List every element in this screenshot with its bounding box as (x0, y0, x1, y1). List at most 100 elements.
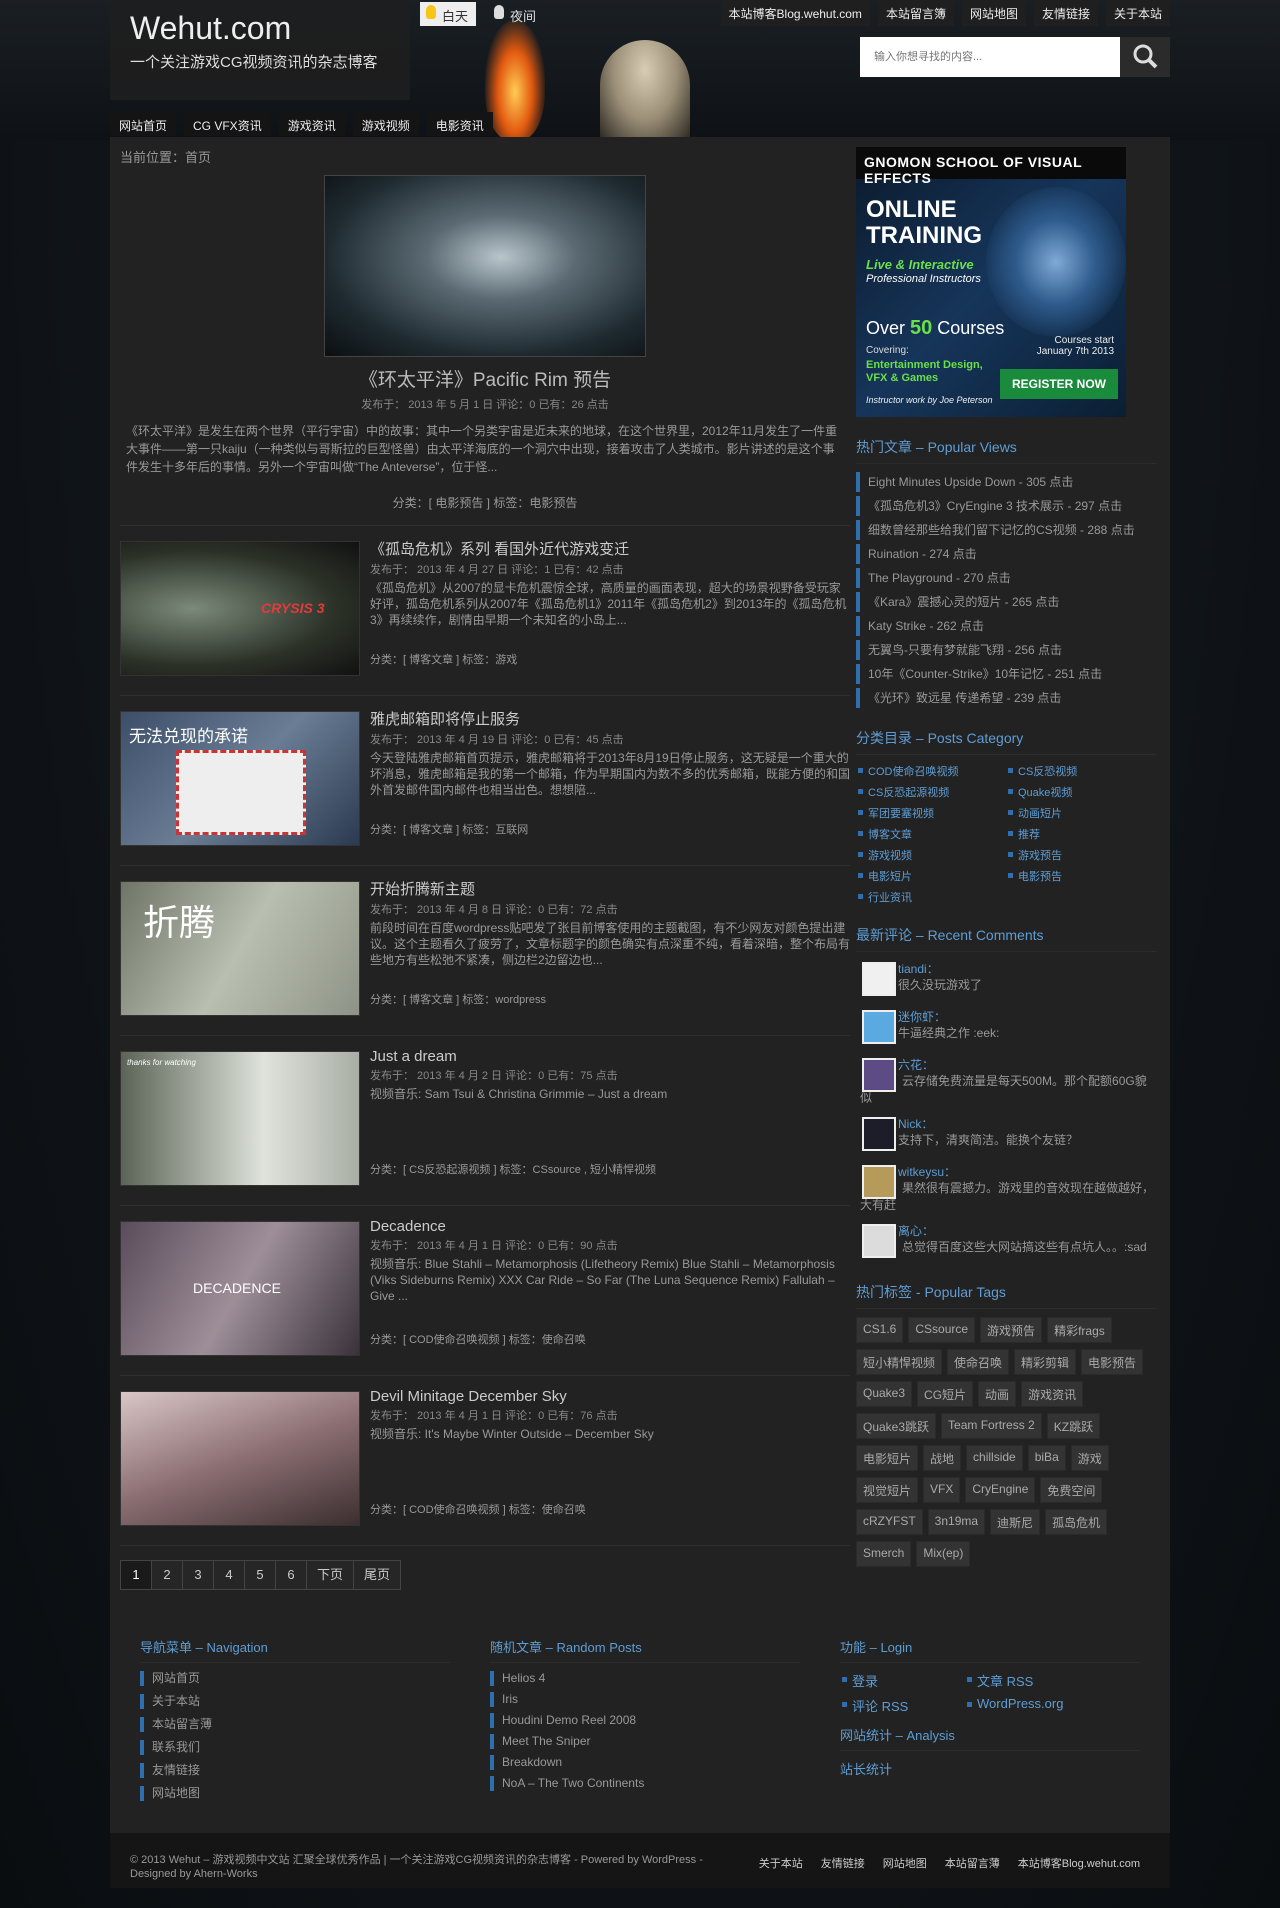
post-thumbnail[interactable]: DECADENCE (120, 1221, 360, 1356)
post-title[interactable]: Decadence (370, 1218, 850, 1235)
category-link[interactable]: CS反恐视频 (1006, 763, 1146, 779)
tag-link[interactable]: 游戏 (1070, 1445, 1109, 1471)
footer-link-guestbook[interactable]: 本站留言薄 (945, 1855, 1000, 1871)
featured-thumbnail[interactable] (324, 175, 646, 357)
category-link[interactable]: 电影短片 (856, 868, 1006, 884)
post-category[interactable]: 分类：[ 博客文章 ] 标签：wordpress (370, 991, 546, 1007)
footer-link-sitemap[interactable]: 网站地图 (883, 1855, 927, 1871)
comment-item[interactable]: 迷你虾： 牛逼经典之作 :eek: (856, 1008, 1156, 1048)
category-link[interactable]: CS反恐起源视频 (856, 784, 1006, 800)
footer-link-friends[interactable]: 友情链接 (821, 1855, 865, 1871)
nav-game-videos[interactable]: 游戏视频 (352, 112, 419, 136)
logo-box[interactable]: Wehut.com 一个关注游戏CG视频资讯的杂志博客 (110, 0, 410, 100)
tag-link[interactable]: 电影短片 (856, 1445, 919, 1471)
category-link[interactable]: 推荐 (1006, 826, 1146, 842)
tag-link[interactable]: chillside (966, 1445, 1023, 1471)
category-link[interactable]: COD使命召唤视频 (856, 763, 1006, 779)
popular-post[interactable]: 10年《Counter-Strike》10年记忆 - 251 点击 (856, 664, 1156, 684)
posts-rss-link[interactable]: 文章 RSS (965, 1671, 1115, 1690)
search-button[interactable] (1120, 37, 1170, 77)
post-title[interactable]: Just a dream (370, 1048, 850, 1065)
footer-nav-link[interactable]: 联系我们 (140, 1740, 490, 1755)
stats-link[interactable]: 站长统计 (840, 1759, 1140, 1778)
footer-nav-link[interactable]: 友情链接 (140, 1763, 490, 1778)
footer-nav-link[interactable]: 网站首页 (140, 1671, 490, 1686)
login-link[interactable]: 登录 (840, 1671, 965, 1690)
post-thumbnail[interactable]: CRYSIS 3 (120, 541, 360, 676)
popular-post[interactable]: Katy Strike - 262 点击 (856, 616, 1156, 636)
popular-post[interactable]: The Playground - 270 点击 (856, 568, 1156, 588)
featured-category[interactable]: 分类：[ 电影预告 ] 标签：电影预告 (120, 494, 850, 511)
post-category[interactable]: 分类：[ 博客文章 ] 标签：游戏 (370, 651, 517, 667)
random-post-link[interactable]: Meet The Sniper (490, 1734, 840, 1749)
tag-link[interactable]: 使命召唤 (947, 1349, 1010, 1375)
post-category[interactable]: 分类：[ 博客文章 ] 标签：互联网 (370, 821, 528, 837)
tag-link[interactable]: 游戏资讯 (1021, 1381, 1084, 1407)
ad-register-button[interactable]: REGISTER NOW (999, 369, 1118, 399)
tag-link[interactable]: Quake3 (856, 1381, 913, 1407)
top-link-friends[interactable]: 友情链接 (1033, 0, 1098, 26)
tag-link[interactable]: CG短片 (917, 1381, 974, 1407)
comments-rss-link[interactable]: 评论 RSS (840, 1696, 965, 1715)
post-title[interactable]: 开始折腾新主题 (370, 878, 850, 899)
footer-nav-link[interactable]: 关于本站 (140, 1694, 490, 1709)
comment-author[interactable]: 迷你虾： (898, 1008, 1156, 1025)
comment-author[interactable]: tiandi： (898, 960, 1156, 977)
post-category[interactable]: 分类：[ COD使命召唤视频 ] 标签：使命召唤 (370, 1331, 586, 1347)
post-thumbnail[interactable]: 折腾 (120, 881, 360, 1016)
tag-link[interactable]: CryEngine (965, 1477, 1036, 1503)
site-title[interactable]: Wehut.com (130, 10, 390, 47)
footer-link-about[interactable]: 关于本站 (759, 1855, 803, 1871)
last-page[interactable]: 尾页 (353, 1560, 402, 1590)
footer-nav-link[interactable]: 本站留言薄 (140, 1717, 490, 1732)
tag-link[interactable]: Team Fortress 2 (941, 1413, 1042, 1439)
tag-link[interactable]: Smerch (856, 1541, 912, 1567)
page-4[interactable]: 4 (213, 1560, 245, 1590)
tag-link[interactable]: 免费空间 (1040, 1477, 1103, 1503)
post-thumbnail[interactable]: 无法兑现的承诺 (120, 711, 360, 846)
popular-post[interactable]: Eight Minutes Upside Down - 305 点击 (856, 472, 1156, 492)
popular-post[interactable]: 《Kara》震撼心灵的短片 - 265 点击 (856, 592, 1156, 612)
tag-link[interactable]: 游戏预告 (980, 1317, 1043, 1343)
category-link[interactable]: 行业资讯 (856, 889, 1006, 905)
wordpress-link[interactable]: WordPress.org (965, 1696, 1115, 1715)
comment-item[interactable]: witkeysu： 果然很有震撼力。游戏里的音效现在越做越好，大有赶 (856, 1163, 1156, 1214)
top-link-sitemap[interactable]: 网站地图 (961, 0, 1026, 26)
popular-post[interactable]: 《孤岛危机3》CryEngine 3 技术展示 - 297 点击 (856, 496, 1156, 516)
top-link-blog[interactable]: 本站博客Blog.wehut.com (720, 0, 870, 26)
comment-item[interactable]: 离心： 总觉得百度这些大网站搞这些有点坑人。。:sad (856, 1222, 1156, 1262)
category-link[interactable]: 游戏视频 (856, 847, 1006, 863)
page-2[interactable]: 2 (151, 1560, 183, 1590)
post-thumbnail[interactable] (120, 1391, 360, 1526)
night-mode-toggle[interactable]: 夜间 (488, 2, 544, 26)
top-link-about[interactable]: 关于本站 (1105, 0, 1170, 26)
tag-link[interactable]: 视觉短片 (856, 1477, 919, 1503)
post-category[interactable]: 分类：[ CS反恐起源视频 ] 标签：CSsource , 短小精悍视频 (370, 1161, 656, 1177)
random-post-link[interactable]: Breakdown (490, 1755, 840, 1770)
tag-link[interactable]: 战地 (923, 1445, 962, 1471)
comment-item[interactable]: 六花： 云存储免费流量是每天500M。那个配额60G貌似 (856, 1056, 1156, 1107)
category-link[interactable]: 动画短片 (1006, 805, 1146, 821)
page-1[interactable]: 1 (120, 1560, 152, 1590)
post-category[interactable]: 分类：[ COD使命召唤视频 ] 标签：使命召唤 (370, 1501, 586, 1517)
category-link[interactable]: 游戏预告 (1006, 847, 1146, 863)
post-thumbnail[interactable]: thanks for watching (120, 1051, 360, 1186)
comment-author[interactable]: witkeysu： (898, 1163, 1156, 1180)
category-link[interactable]: Quake视频 (1006, 784, 1146, 800)
tag-link[interactable]: CSsource (908, 1317, 976, 1343)
page-3[interactable]: 3 (182, 1560, 214, 1590)
tag-link[interactable]: Quake3跳跃 (856, 1413, 937, 1439)
footer-link-blog[interactable]: 本站博客Blog.wehut.com (1018, 1855, 1140, 1871)
search-input[interactable] (860, 37, 1120, 77)
popular-post[interactable]: 无翼鸟-只要有梦就能飞翔 - 256 点击 (856, 640, 1156, 660)
footer-nav-link[interactable]: 网站地图 (140, 1786, 490, 1801)
page-6[interactable]: 6 (275, 1560, 307, 1590)
page-5[interactable]: 5 (244, 1560, 276, 1590)
comment-author[interactable]: 离心： (898, 1222, 1156, 1239)
featured-title[interactable]: 《环太平洋》Pacific Rim 预告 (120, 365, 850, 392)
tag-link[interactable]: 短小精悍视频 (856, 1349, 943, 1375)
tag-link[interactable]: 电影预告 (1081, 1349, 1144, 1375)
nav-cg-vfx[interactable]: CG VFX资讯 (184, 112, 271, 136)
tag-link[interactable]: KZ跳跃 (1046, 1413, 1101, 1439)
tag-link[interactable]: biBa (1027, 1445, 1066, 1471)
